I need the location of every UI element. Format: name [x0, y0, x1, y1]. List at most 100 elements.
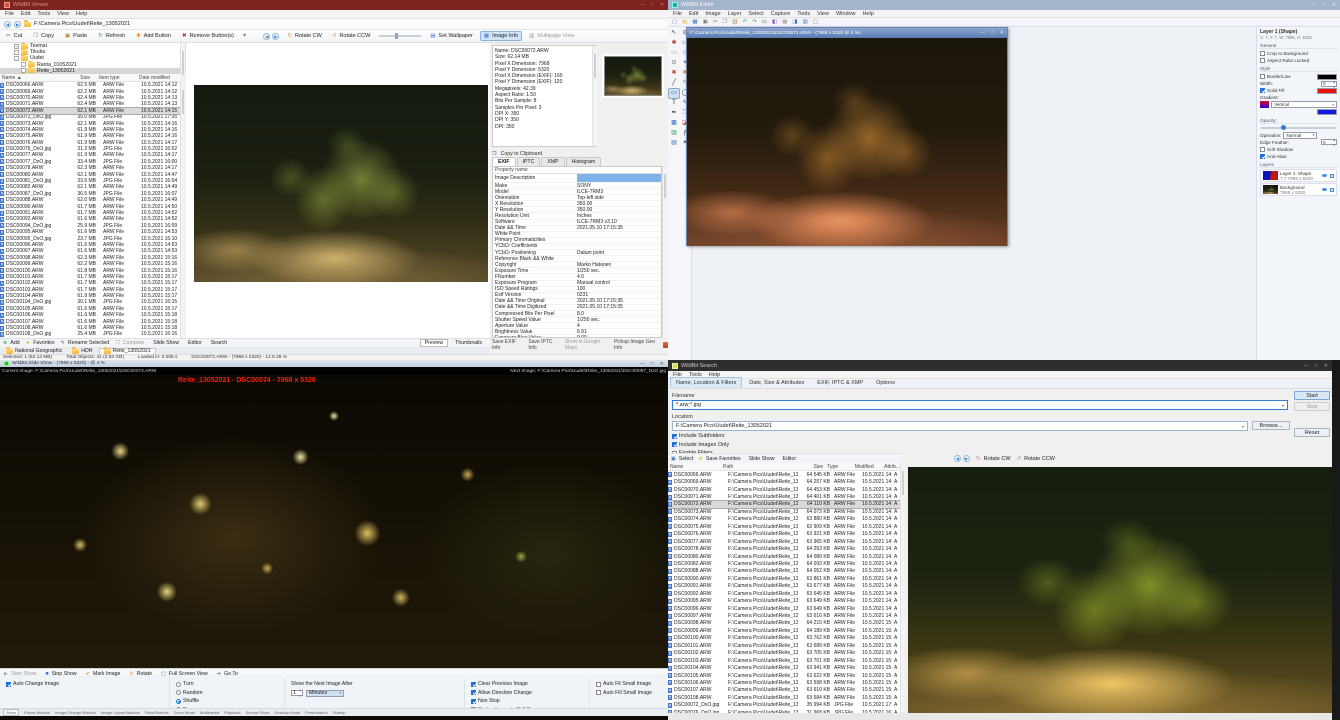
tab-name-location-filters[interactable]: Name, Location & Filters [670, 377, 742, 388]
menu-item[interactable]: Help [76, 11, 87, 17]
result-row[interactable]: DSC00066.ARWF:\Camera Pics\Uudet\Reite_1… [668, 471, 900, 478]
menu-item[interactable]: Edit [689, 11, 698, 17]
copy-to-clipboard[interactable]: ❐Copy to Clipboard [492, 150, 666, 157]
file-row[interactable]: DSC00095.ARW61.6 MBARW File10.5.2021 14:… [0, 229, 180, 235]
start-button[interactable]: Start [1294, 391, 1330, 400]
window-icon[interactable]: ▢ [813, 19, 818, 25]
border-line-checkbox[interactable]: Border/Line [1260, 73, 1337, 80]
tree-scrollbar[interactable] [180, 43, 185, 74]
file-row[interactable]: DSC00099.ARW62.2 MBARW File10.5.2021 15:… [0, 261, 180, 267]
tab-date-size-attributes[interactable]: Date, Size & Attributes [743, 377, 810, 388]
timer-unit-select[interactable]: Minutes▾ [306, 690, 344, 697]
editor-button[interactable]: Editor [185, 340, 202, 346]
file-row[interactable]: DSC00104_DxO.jpg30.1 MBJPG File10.5.2021… [0, 299, 180, 305]
result-row[interactable]: DSC00078.ARWF:\Camera Pics\Uudet\Reite_1… [668, 545, 900, 552]
file-row[interactable]: DSC00076.ARW61.9 MBARW File10.5.2021 14:… [0, 140, 180, 146]
add-files-button[interactable]: ⊕Add [3, 340, 20, 346]
result-list-header[interactable]: Name Path Size Type Modified Attrib... [668, 463, 900, 471]
file-row[interactable]: DSC00107.ARW61.6 MBARW File10.5.2021 15:… [0, 318, 180, 324]
rotate-cw-button[interactable]: ↻Rotate CW [284, 32, 325, 40]
paste-button[interactable]: ▣Paste [62, 32, 90, 40]
result-row[interactable]: DSC00077.ARWF:\Camera Pics\Uudet\Reite_1… [668, 538, 900, 545]
footer-tab[interactable]: Paint Buttons [145, 710, 169, 715]
cascade-icon[interactable]: ▥ [803, 19, 808, 25]
search-titlebar[interactable]: WildBit Search [668, 360, 1332, 371]
layer-lock-icon[interactable] [1330, 174, 1334, 178]
exif-scrollbar[interactable] [662, 166, 667, 338]
browse-button[interactable]: Browse... [1252, 421, 1290, 430]
preview-image[interactable] [194, 85, 488, 282]
layer-row-background[interactable]: Background7968 x 5320 [1260, 183, 1337, 196]
result-row[interactable]: DSC00103.ARWF:\Camera Pics\Uudet\Reite_1… [668, 657, 900, 664]
search-preview-image[interactable] [908, 467, 1332, 713]
slide-show-button[interactable]: Slide Show [746, 456, 775, 462]
slideshow-titlebar[interactable]: WildBit Slide Show - (7968 x 5320) - @ 4… [0, 360, 668, 367]
file-row[interactable]: DSC00092.ARW61.6 MBARW File10.5.2021 14:… [0, 216, 180, 222]
result-row[interactable]: DSC00102.ARWF:\Camera Pics\Uudet\Reite_1… [668, 650, 900, 657]
editor-titlebar[interactable]: WildBit Editor [668, 0, 1340, 10]
rotate-ccw-button[interactable]: ↺Rotate CCW [329, 32, 373, 40]
stop-show-button[interactable]: ■Stop Show [45, 671, 76, 677]
rotate-button[interactable]: ↻Rotate [129, 671, 152, 677]
image-info-button[interactable]: ▦Image Info [480, 31, 522, 41]
result-row[interactable]: DSC00090.ARWF:\Camera Pics\Uudet\Reite_1… [668, 575, 900, 582]
file-list-header[interactable]: Name ▲ Size Item type Date modified [0, 74, 180, 82]
result-row[interactable]: DSC00072_DxO.jpgF:\Camera Pics\Uudet\Rei… [668, 702, 900, 709]
tab-preview[interactable]: Preview [420, 339, 448, 347]
pickup-geo-info-button[interactable]: Pickup Image Geo Info [614, 339, 657, 351]
save-iptc-button[interactable]: Save IPTC Info [528, 339, 557, 351]
file-row[interactable]: DSC00087_DxO.jpg36.5 MBJPG File10.5.2021… [0, 191, 180, 197]
menu-item[interactable]: Image [705, 11, 720, 17]
footer-tab[interactable]: Startup [333, 710, 346, 715]
result-row[interactable]: DSC00104.ARWF:\Camera Pics\Uudet\Reite_1… [668, 664, 900, 671]
result-row[interactable]: DSC00095.ARWF:\Camera Pics\Uudet\Reite_1… [668, 597, 900, 604]
result-row[interactable]: DSC00075.ARWF:\Camera Pics\Uudet\Reite_1… [668, 523, 900, 530]
document-titlebar[interactable]: F:\Camera Pics\Uudet\Reite_13052021\DSC0… [687, 28, 1007, 38]
result-list-scrollbar[interactable] [900, 463, 905, 713]
auto-fit-small-image-checkbox[interactable]: Auto Fit Small Image [596, 681, 652, 687]
next-image-button[interactable]: ▶ [272, 33, 279, 40]
set-wallpaper-button[interactable]: ▤Set Wallpaper [427, 32, 476, 40]
result-row[interactable]: DSC00107.ARWF:\Camera Pics\Uudet\Reite_1… [668, 687, 900, 694]
select-rect-tool[interactable]: ▭ [669, 49, 679, 58]
file-row[interactable]: DSC00073.ARW62.1 MBARW File10.5.2021 14:… [0, 120, 180, 126]
footer-tab[interactable]: Zoom Mode [174, 710, 195, 715]
footer-tab[interactable]: Desktop Mode [274, 710, 300, 715]
file-list-scrollbar[interactable] [180, 82, 185, 338]
menu-item[interactable]: Tools [37, 11, 50, 17]
result-row[interactable]: DSC00070.ARWF:\Camera Pics\Uudet\Reite_1… [668, 486, 900, 493]
select-icon[interactable]: ▭ [762, 19, 767, 25]
radio-random[interactable]: Random [176, 690, 278, 696]
result-row[interactable]: DSC00101.ARWF:\Camera Pics\Uudet\Reite_1… [668, 642, 900, 649]
soft-shadow-checkbox[interactable]: Soft Shadow [1260, 146, 1337, 153]
file-row[interactable]: DSC00090.ARW61.7 MBARW File10.5.2021 14:… [0, 203, 180, 209]
file-row[interactable]: DSC00070.ARW62.4 MBARW File10.5.2021 14:… [0, 95, 180, 101]
aspect-ratio-locked-checkbox[interactable]: Aspect Ratio Locked [1260, 57, 1337, 64]
solid-fill-checkbox[interactable]: Solid Fill [1260, 87, 1337, 94]
menu-item[interactable]: Layer [728, 11, 742, 17]
fill-color-swatch[interactable] [1317, 88, 1337, 94]
result-row[interactable]: DSC00076.ARWF:\Camera Pics\Uudet\Reite_1… [668, 531, 900, 538]
file-row[interactable]: DSC00091.ARW61.7 MBARW File10.5.2021 14:… [0, 210, 180, 216]
menu-item[interactable]: File [5, 11, 14, 17]
operation-select[interactable]: Normal▾ [1283, 132, 1317, 139]
file-row[interactable]: DSC00094_DxO.jpg25.9 MBJPG File10.5.2021… [0, 223, 180, 229]
pen-tool[interactable]: ✒ [669, 109, 679, 118]
include-subfolders-checkbox[interactable]: Include Subfolders [672, 433, 729, 439]
info-scrollbar[interactable] [592, 46, 597, 146]
result-row[interactable]: DSC00074.ARWF:\Camera Pics\Uudet\Reite_1… [668, 516, 900, 523]
timer-spinner[interactable]: 1▴▾ [291, 690, 303, 696]
viewer-titlebar[interactable]: WildBit Viewer [0, 0, 668, 10]
stop-button[interactable]: Stop [1294, 402, 1330, 411]
menu-item[interactable]: File [673, 11, 682, 17]
file-row[interactable]: DSC00074.ARW61.9 MBARW File10.5.2021 14:… [0, 127, 180, 133]
footer-tab[interactable]: Playback [224, 710, 240, 715]
full-screen-view-button[interactable]: ▢Full Screen View [161, 671, 208, 677]
file-row[interactable]: DSC00066.ARW62.5 MBARW File10.5.2021 14:… [0, 82, 180, 88]
result-row[interactable]: DSC00105.ARWF:\Camera Pics\Uudet\Reite_1… [668, 672, 900, 679]
result-row[interactable]: DSC00097.ARWF:\Camera Pics\Uudet\Reite_1… [668, 612, 900, 619]
result-row[interactable]: DSC00082.ARWF:\Camera Pics\Uudet\Reite_1… [668, 560, 900, 567]
result-row[interactable]: DSC00071.ARWF:\Camera Pics\Uudet\Reite_1… [668, 493, 900, 500]
menu-item[interactable]: View [57, 11, 69, 17]
mark-image-button[interactable]: ✔Mark Image [86, 671, 121, 677]
